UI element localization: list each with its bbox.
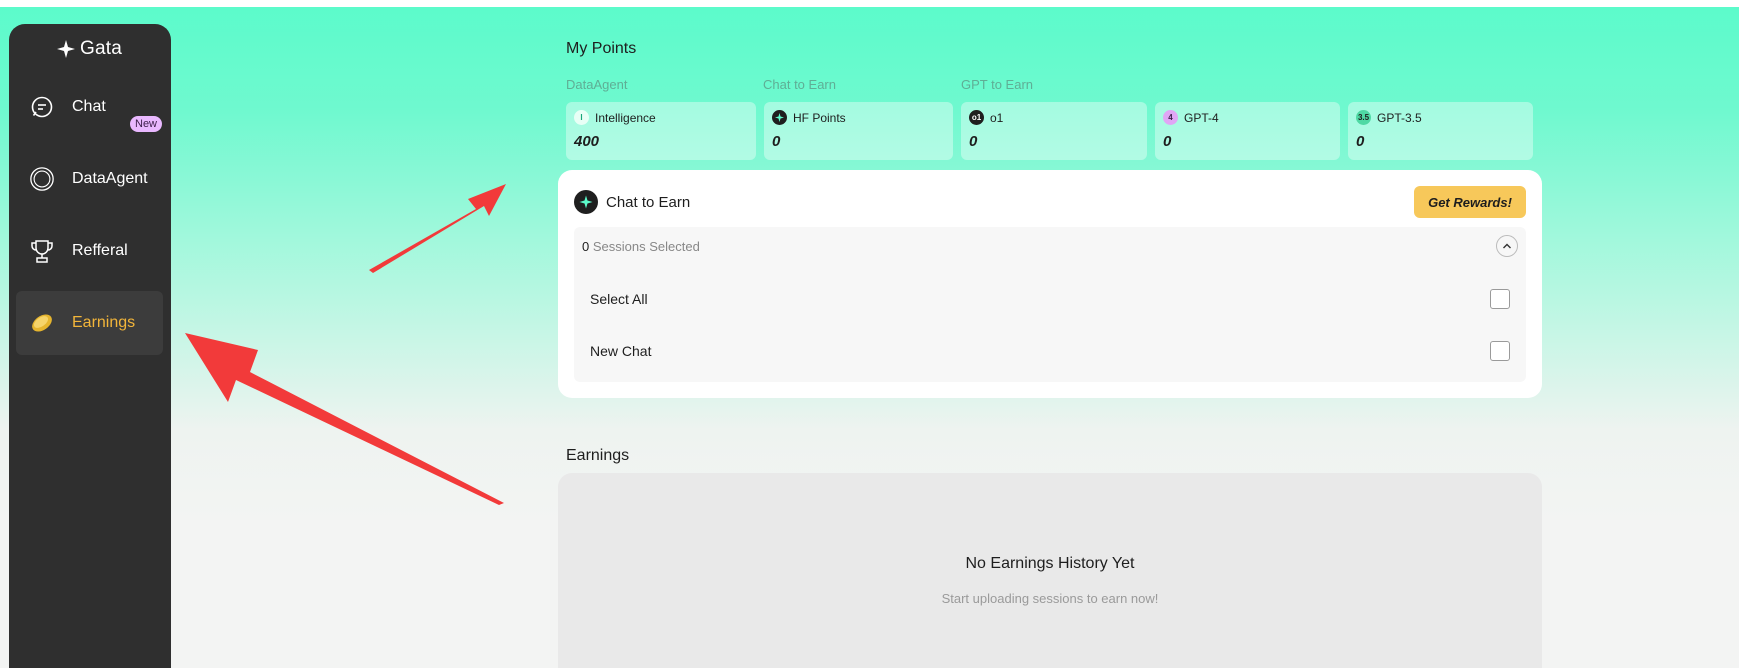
annotation-arrow-up xyxy=(369,184,506,273)
gata-logo[interactable]: Gata xyxy=(55,38,122,60)
collapse-button[interactable] xyxy=(1496,235,1518,257)
annotation-arrow-left xyxy=(185,333,504,505)
spark-icon xyxy=(574,190,598,214)
dataagent-icon xyxy=(29,166,55,192)
chat-to-earn-header: Chat to Earn xyxy=(574,190,690,214)
sidebar-item-label: Earnings xyxy=(72,314,136,331)
select-all-checkbox[interactable] xyxy=(1490,289,1510,309)
point-card-value: 0 xyxy=(1163,133,1172,150)
chat-to-earn-card: Chat to Earn Get Rewards! 0 Sessions Sel… xyxy=(558,170,1542,398)
point-card-gpt35: 3.5 GPT-3.5 0 xyxy=(1348,102,1533,160)
gpt4-icon: 4 xyxy=(1163,110,1178,125)
point-card-value: 400 xyxy=(574,133,600,150)
o1-icon: o1 xyxy=(969,110,984,125)
sidebar-item-label: Refferal xyxy=(72,242,128,259)
logo-text: Gata xyxy=(80,38,122,59)
chevron-up-icon xyxy=(1503,243,1511,249)
point-card-value: 0 xyxy=(1356,133,1365,150)
empty-state-subtitle: Start uploading sessions to earn now! xyxy=(941,591,1159,606)
point-card-label: o1 xyxy=(990,110,1004,125)
session-row-label: Select All xyxy=(590,291,648,307)
sidebar-item-label: DataAgent xyxy=(72,170,148,187)
hf-bolt-icon xyxy=(772,110,787,125)
sidebar-item-dataagent[interactable]: DataAgent xyxy=(16,147,163,211)
new-badge: New xyxy=(130,116,163,132)
sessions-count: 0 xyxy=(582,239,590,254)
session-row-new-chat[interactable]: New Chat xyxy=(590,336,1510,366)
sidebar-item-label: Chat xyxy=(72,98,106,115)
group-label-chat-to-earn: Chat to Earn xyxy=(763,77,836,92)
session-row-label: New Chat xyxy=(590,343,652,359)
my-points-title: My Points xyxy=(566,40,637,57)
group-label-gpt-to-earn: GPT to Earn xyxy=(961,77,1034,92)
point-card-label: HF Points xyxy=(793,110,846,125)
gata-logo-icon xyxy=(57,40,75,58)
chat-icon xyxy=(29,94,55,120)
earnings-history-panel: No Earnings History Yet Start uploading … xyxy=(558,473,1542,668)
new-chat-checkbox[interactable] xyxy=(1490,341,1510,361)
point-card-intelligence: I Intelligence 400 xyxy=(566,102,756,160)
earnings-title: Earnings xyxy=(566,447,630,464)
point-card-o1: o1 o1 0 xyxy=(961,102,1147,160)
page: Gata Chat DataAgent Refferal Earnings Ne… xyxy=(0,0,1739,668)
point-card-gpt4: 4 GPT-4 0 xyxy=(1155,102,1340,160)
group-label-dataagent: DataAgent xyxy=(566,77,628,92)
sidebar-item-earnings[interactable]: Earnings xyxy=(16,291,163,355)
point-card-value: 0 xyxy=(969,133,978,150)
sessions-panel: 0 Sessions Selected Select All New Chat xyxy=(574,227,1526,382)
sidebar-item-refferal[interactable]: Refferal xyxy=(16,219,163,283)
empty-state-title: No Earnings History Yet xyxy=(965,555,1135,572)
point-card-label: GPT-3.5 xyxy=(1377,110,1422,125)
point-card-value: 0 xyxy=(772,133,781,150)
session-row-select-all[interactable]: Select All xyxy=(590,284,1510,314)
trophy-icon xyxy=(29,238,55,264)
sessions-label: Sessions Selected xyxy=(592,239,700,254)
gpt35-icon: 3.5 xyxy=(1356,110,1371,125)
coin-icon xyxy=(29,310,55,336)
point-card-label: Intelligence xyxy=(595,110,656,125)
get-rewards-button[interactable]: Get Rewards! xyxy=(1414,186,1526,218)
sessions-selected: 0 Sessions Selected xyxy=(582,239,700,254)
chat-to-earn-title: Chat to Earn xyxy=(606,193,691,211)
point-card-label: GPT-4 xyxy=(1184,110,1219,125)
point-card-hf-points: HF Points 0 xyxy=(764,102,953,160)
intelligence-icon: I xyxy=(574,110,589,125)
